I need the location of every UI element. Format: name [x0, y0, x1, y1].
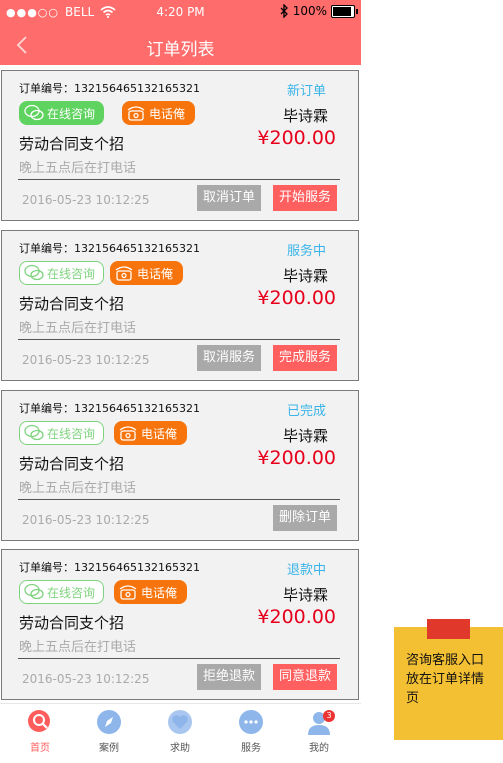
phone-call-button[interactable]: 电话俺: [110, 261, 183, 285]
page-title: 订单列表: [146, 40, 215, 60]
battery-level: [333, 6, 351, 16]
approve-refund-button[interactable]: 同意退款: [273, 664, 338, 690]
phone-icon: [127, 106, 145, 121]
home-search-icon: [28, 710, 50, 732]
tab-home[interactable]: 首页: [10, 708, 70, 754]
order-note: 晚上五点后在打电话: [19, 161, 137, 176]
client-name: 毕诗霖: [282, 267, 328, 285]
divider: [18, 339, 340, 340]
order-note: 晚上五点后在打电话: [19, 321, 137, 336]
phone-icon: [119, 585, 137, 600]
order-time: 2016-05-23 10:12:25: [22, 672, 150, 686]
wechat-icon: [24, 104, 44, 121]
cancel-order-button[interactable]: 取消订单: [197, 185, 262, 211]
notification-badge: 3: [323, 710, 335, 722]
order-number: 订单编号：132156465132165321: [19, 402, 200, 415]
phone-call-button[interactable]: 电话俺: [114, 580, 187, 604]
order-card[interactable]: 订单编号：132156465132165321 退款中 在线咨询 电话俺 毕诗霖…: [1, 549, 359, 700]
online-consult-label: 在线咨询: [47, 266, 96, 281]
order-note: 晚上五点后在打电话: [19, 640, 137, 655]
online-consult-label: 在线咨询: [47, 426, 96, 441]
order-time: 2016-05-23 10:12:25: [22, 193, 150, 207]
status-right: 100%: [280, 4, 358, 18]
annotation-sticky-note: 咨询客服入口放在订单详情页: [394, 619, 503, 740]
delete-order-button[interactable]: 删除订单: [273, 505, 338, 531]
compass-icon: [97, 710, 121, 734]
annotation-text: 咨询客服入口放在订单详情页: [406, 653, 485, 706]
bluetooth-icon: [280, 4, 288, 18]
order-status: 已完成: [286, 404, 326, 419]
order-number: 订单编号：132156465132165321: [19, 242, 200, 255]
order-number: 订单编号：132156465132165321: [19, 561, 200, 574]
order-card[interactable]: 订单编号：132156465132165321 服务中 在线咨询 电话俺 毕诗霖…: [1, 230, 359, 381]
order-title: 劳动合同支个招: [19, 135, 125, 153]
tab-mine[interactable]: 3 我的: [289, 708, 349, 754]
phone-call-label: 电话俺: [141, 585, 178, 600]
divider: [18, 658, 340, 659]
phone-call-button[interactable]: 电话俺: [114, 421, 187, 445]
order-price: ¥200.00: [257, 606, 336, 628]
tab-help[interactable]: 求助: [150, 708, 210, 754]
order-price: ¥200.00: [257, 447, 336, 469]
phone-icon: [119, 426, 137, 441]
phone-call-button[interactable]: 电话俺: [122, 101, 195, 125]
online-consult-button[interactable]: 在线咨询: [19, 580, 104, 604]
start-service-button[interactable]: 开始服务: [273, 185, 338, 211]
divider: [18, 499, 340, 500]
client-name: 毕诗霖: [282, 107, 328, 125]
divider: [18, 179, 340, 180]
cancel-service-button[interactable]: 取消服务: [197, 345, 262, 371]
online-consult-label: 在线咨询: [47, 106, 96, 121]
reject-refund-button[interactable]: 拒绝退款: [197, 664, 262, 690]
phone-call-label: 电话俺: [137, 266, 174, 281]
complete-service-button[interactable]: 完成服务: [273, 345, 338, 371]
wechat-icon: [24, 583, 44, 600]
heart-icon: [168, 710, 192, 734]
tab-label: 案例: [99, 743, 119, 754]
phone-call-label: 电话俺: [149, 106, 186, 121]
order-title: 劳动合同支个招: [19, 614, 125, 632]
order-price: ¥200.00: [257, 127, 336, 149]
tab-label: 首页: [30, 743, 50, 754]
order-number: 订单编号：132156465132165321: [19, 82, 200, 95]
online-consult-button[interactable]: 在线咨询: [19, 101, 104, 125]
tab-cases[interactable]: 案例: [79, 708, 139, 754]
order-time: 2016-05-23 10:12:25: [22, 513, 150, 527]
online-consult-button[interactable]: 在线咨询: [19, 261, 104, 285]
tab-label: 求助: [170, 743, 190, 754]
order-title: 劳动合同支个招: [19, 295, 125, 313]
status-bar: ●●●○○ BELL 4:20 PM 100%: [0, 0, 361, 26]
battery-percent: 100%: [292, 4, 327, 18]
order-time: 2016-05-23 10:12:25: [22, 353, 150, 367]
nav-bar: 订单列表: [0, 26, 361, 65]
order-status: 服务中: [286, 244, 326, 259]
tab-service[interactable]: 服务: [221, 708, 281, 754]
phone-call-label: 电话俺: [141, 426, 178, 441]
tab-label: 服务: [241, 743, 261, 754]
tab-label: 我的: [309, 743, 329, 754]
phone-screen: ●●●○○ BELL 4:20 PM 100% 订单列表 订单编号：132156…: [0, 0, 361, 763]
order-status: 新订单: [286, 84, 326, 99]
wechat-icon: [24, 424, 44, 441]
client-name: 毕诗霖: [282, 427, 328, 445]
order-note: 晚上五点后在打电话: [19, 481, 137, 496]
online-consult-label: 在线咨询: [47, 585, 96, 600]
order-title: 劳动合同支个招: [19, 455, 125, 473]
client-name: 毕诗霖: [282, 586, 328, 604]
wechat-icon: [24, 264, 44, 281]
battery-icon: [331, 4, 358, 18]
phone-icon: [115, 266, 133, 281]
online-consult-button[interactable]: 在线咨询: [19, 421, 104, 445]
order-card[interactable]: 订单编号：132156465132165321 新订单 在线咨询 电话俺 毕诗霖…: [1, 70, 359, 221]
order-price: ¥200.00: [257, 287, 336, 309]
tab-bar: 首页 案例 求助 服务 3 我的: [0, 703, 361, 763]
sticky-note-tape: [427, 619, 470, 639]
order-status: 退款中: [286, 563, 326, 578]
chat-bubble-icon: [239, 710, 263, 734]
order-card[interactable]: 订单编号：132156465132165321 已完成 在线咨询 电话俺 毕诗霖…: [1, 390, 359, 541]
